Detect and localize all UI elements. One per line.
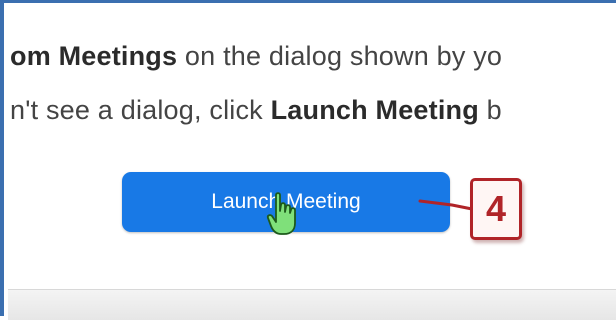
- instruction-line-1: om Meetings on the dialog shown by yo: [10, 41, 502, 72]
- instruction-text: on the dialog shown by yo: [177, 41, 503, 71]
- instruction-text: b: [478, 95, 502, 125]
- instruction-bold-launch-meeting: Launch Meeting: [270, 95, 479, 125]
- bottom-bar: [8, 289, 616, 320]
- instruction-line-2: n't see a dialog, click Launch Meeting b: [10, 95, 502, 126]
- screenshot-frame: om Meetings on the dialog shown by yo n'…: [0, 0, 616, 320]
- instruction-bold-zoom-meetings: om Meetings: [10, 41, 178, 71]
- step-number-badge: 4: [470, 178, 522, 240]
- instruction-text: n't see a dialog, click: [10, 95, 271, 125]
- hand-pointer-icon: [266, 192, 296, 235]
